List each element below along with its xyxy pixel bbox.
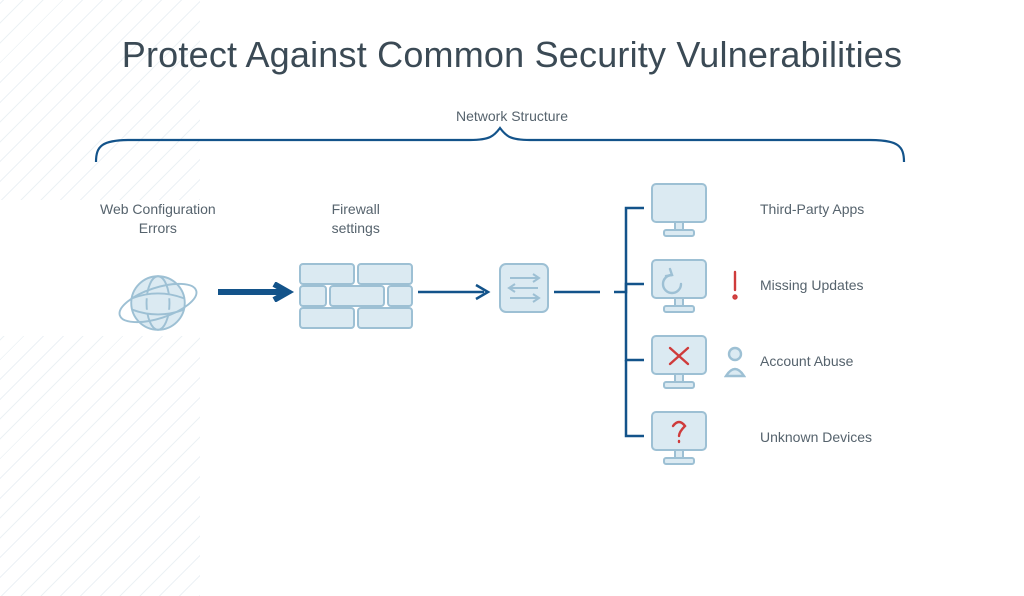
device-label: Third-Party Apps	[760, 201, 900, 217]
monitor-icon	[648, 256, 710, 314]
node-firewall: Firewallsettings	[296, 200, 416, 330]
router-icon	[496, 260, 552, 316]
device-label: Unknown Devices	[760, 429, 900, 445]
tree-bracket	[614, 178, 644, 468]
device-row: Missing Updates	[648, 254, 900, 316]
devices-group: Third-Party Apps Missing Updates Account…	[614, 178, 900, 468]
node-web: Web ConfigurationErrors	[100, 200, 216, 346]
device-label: Account Abuse	[760, 353, 900, 369]
device-row: Third-Party Apps	[648, 178, 900, 240]
monitor-icon	[648, 180, 710, 238]
alert-icon	[724, 268, 746, 302]
monitor-icon	[648, 332, 710, 390]
device-row: Unknown Devices	[648, 406, 900, 468]
brace-icon	[90, 126, 910, 164]
globe-icon	[115, 260, 201, 346]
node-router	[496, 200, 552, 316]
node-firewall-label: Firewallsettings	[332, 200, 380, 240]
firewall-icon	[296, 260, 416, 330]
group-label: Network Structure	[0, 108, 1024, 124]
device-label: Missing Updates	[760, 277, 900, 293]
monitor-icon	[648, 408, 710, 466]
arrow-icon	[416, 282, 496, 302]
node-web-label: Web ConfigurationErrors	[100, 200, 216, 240]
arrow-icon	[216, 282, 296, 302]
connector-line	[552, 282, 602, 302]
person-icon	[724, 344, 746, 378]
diagram-title: Protect Against Common Security Vulnerab…	[0, 34, 1024, 76]
device-row: Account Abuse	[648, 330, 900, 392]
